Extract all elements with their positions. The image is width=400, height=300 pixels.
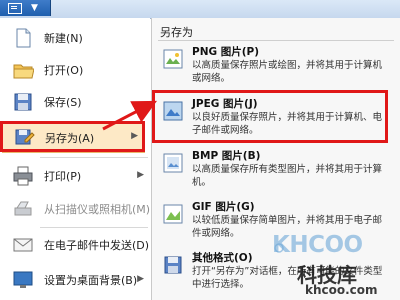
watermark-brand: KHCOO — [272, 232, 363, 258]
watermark-url: khcoo.com — [305, 283, 378, 297]
